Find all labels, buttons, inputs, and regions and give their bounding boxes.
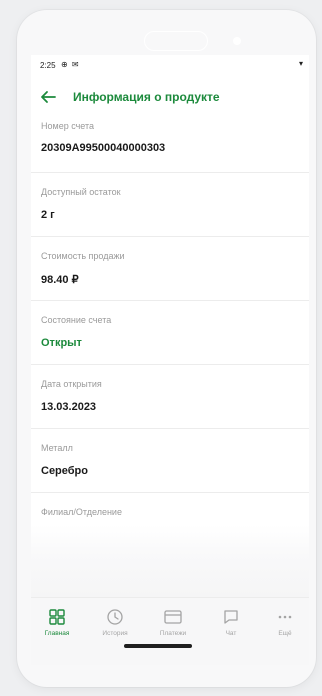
field-label: Филиал/Отделение (41, 507, 122, 517)
field-label: Номер счета (41, 121, 95, 131)
app-screen: 2:25 ⊕ ✉ ▾ Информация о продукте Номер с… (31, 55, 309, 665)
field-open-date: Дата открытия 13.03.2023 (31, 365, 309, 429)
scroll-fade (31, 525, 309, 597)
status-value: Открыт (41, 337, 82, 349)
status-bar: 2:25 ⊕ ✉ ▾ (31, 55, 309, 77)
tab-label: История (102, 630, 128, 637)
field-value: 13.03.2023 (41, 401, 97, 413)
field-account-number: Номер счета 20309A99500040000303 (31, 117, 309, 173)
field-label: Доступный остаток (41, 187, 121, 197)
more-icon (278, 615, 292, 619)
field-label: Состояние счета (41, 315, 112, 325)
tab-home[interactable]: Главная (37, 608, 77, 637)
back-arrow-icon[interactable] (39, 88, 57, 106)
page-header: Информация о продукте (31, 77, 309, 117)
grid-icon (49, 609, 65, 625)
field-value: 2 г (41, 209, 55, 221)
tab-label: Ещё (278, 630, 292, 637)
field-value: Серебро (41, 465, 88, 477)
tab-chat[interactable]: Чат (211, 608, 251, 637)
page-title: Информация о продукте (73, 90, 220, 104)
bottom-tab-bar: Главная История Платежи Чат Ещё (31, 597, 309, 665)
card-icon (164, 610, 182, 624)
field-label: Металл (41, 443, 73, 453)
home-indicator[interactable] (124, 644, 192, 648)
field-account-status: Состояние счета Открыт (31, 301, 309, 365)
field-value: 98.40 ₽ (41, 274, 79, 286)
clock-icon (107, 609, 123, 625)
tab-label: Главная (44, 630, 70, 637)
field-sale-price: Стоимость продажи 98.40 ₽ (31, 237, 309, 301)
status-icons: ⊕ ✉ (61, 60, 80, 69)
chat-icon (224, 610, 238, 624)
notch-speaker (144, 31, 208, 51)
notch-camera (233, 37, 241, 45)
tab-more[interactable]: Ещё (265, 608, 305, 637)
field-label: Стоимость продажи (41, 251, 125, 261)
field-metal: Металл Серебро (31, 429, 309, 493)
field-available-balance: Доступный остаток 2 г (31, 173, 309, 237)
field-label: Дата открытия (41, 379, 102, 389)
tab-label: Платежи (159, 630, 187, 637)
tab-history[interactable]: История (95, 608, 135, 637)
wifi-icon: ▾ (298, 59, 303, 68)
tab-label: Чат (225, 630, 237, 637)
status-time: 2:25 (40, 61, 56, 70)
tab-payments[interactable]: Платежи (153, 608, 193, 637)
field-value: 20309A99500040000303 (41, 142, 166, 154)
